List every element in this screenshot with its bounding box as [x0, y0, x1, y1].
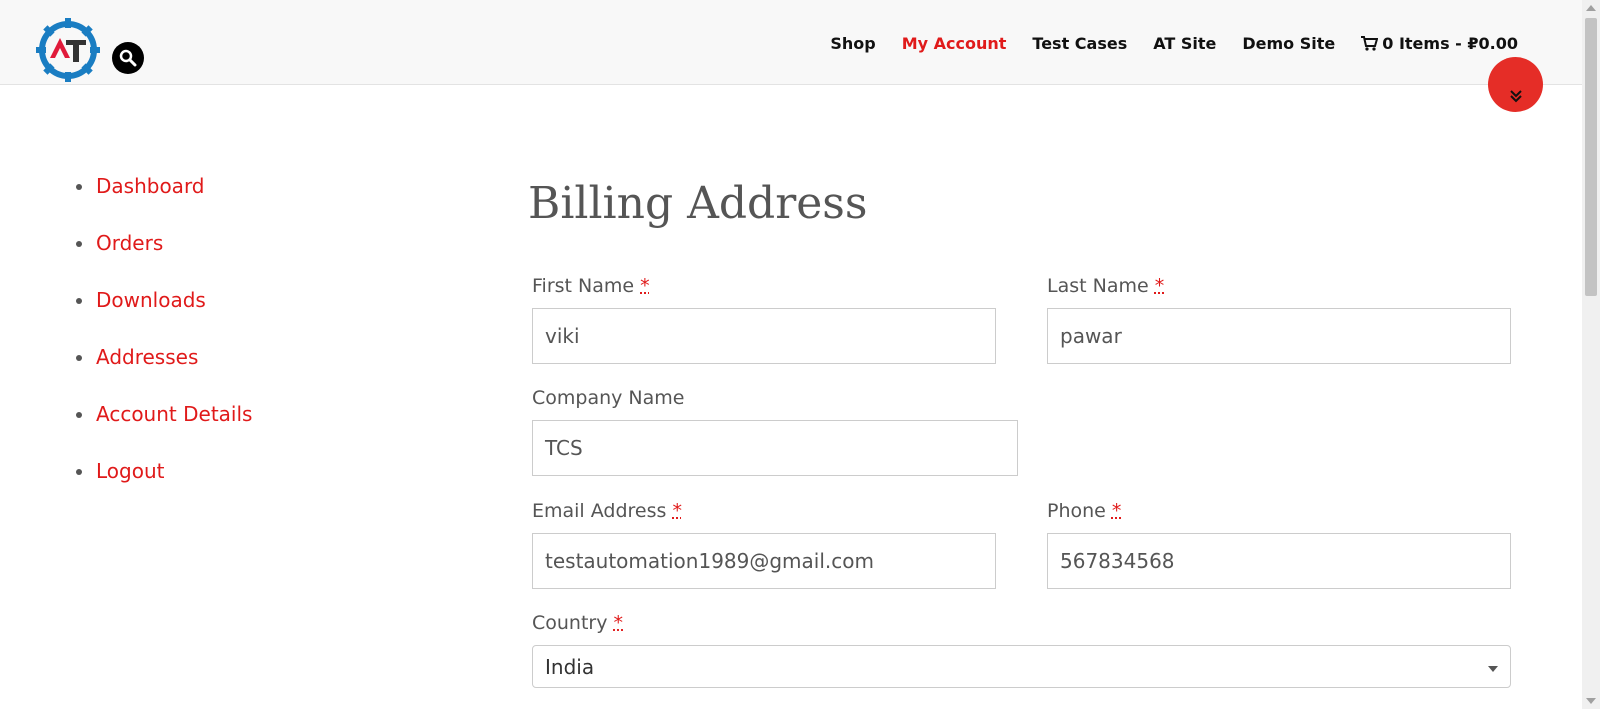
- country-select-value: India: [545, 654, 595, 679]
- cart-summary: 0 Items - ₽0.00: [1382, 34, 1518, 53]
- nav-shop[interactable]: Shop: [830, 34, 875, 53]
- scroll-down-arrow-icon[interactable]: [1586, 698, 1596, 704]
- search-button[interactable]: [112, 42, 144, 74]
- country-select[interactable]: India: [532, 645, 1511, 688]
- gear-logo-icon[interactable]: [36, 18, 100, 82]
- last-name-label: Last Name *: [1047, 275, 1165, 297]
- first-name-input[interactable]: viki: [532, 308, 996, 364]
- nav-demo-site[interactable]: Demo Site: [1242, 34, 1335, 53]
- sidebar-item-downloads[interactable]: Downloads: [76, 286, 252, 343]
- required-marker: *: [640, 275, 650, 297]
- nav-test-cases[interactable]: Test Cases: [1032, 34, 1127, 53]
- country-label: Country *: [532, 612, 624, 634]
- email-label: Email Address *: [532, 500, 682, 522]
- required-marker: *: [1154, 275, 1165, 297]
- scroll-up-arrow-icon[interactable]: [1586, 5, 1596, 11]
- email-field[interactable]: testautomation1989@gmail.com: [532, 533, 996, 589]
- cart-icon: [1361, 36, 1379, 51]
- chevron-down-icon: [1488, 666, 1498, 672]
- nav-at-site[interactable]: AT Site: [1153, 34, 1216, 53]
- sidebar-item-account-details[interactable]: Account Details: [76, 400, 252, 457]
- phone-input[interactable]: 567834568: [1047, 533, 1511, 589]
- double-chevron-down-icon: [1509, 90, 1522, 103]
- sidebar-item-dashboard[interactable]: Dashboard: [76, 172, 252, 229]
- first-name-label: First Name *: [532, 275, 650, 297]
- site-header: Shop My Account Test Cases AT Site Demo …: [0, 0, 1582, 85]
- main-nav: Shop My Account Test Cases AT Site Demo …: [830, 34, 1518, 53]
- nav-my-account[interactable]: My Account: [902, 34, 1007, 53]
- required-marker: *: [613, 612, 624, 634]
- scrollbar-thumb[interactable]: [1585, 18, 1597, 296]
- page-title: Billing Address: [528, 178, 868, 229]
- phone-label: Phone *: [1047, 500, 1122, 522]
- scroll-down-button[interactable]: [1488, 57, 1543, 112]
- sidebar-item-orders[interactable]: Orders: [76, 229, 252, 286]
- page-scrollbar[interactable]: [1582, 0, 1600, 709]
- company-name-input[interactable]: TCS: [532, 420, 1018, 476]
- sidebar-item-addresses[interactable]: Addresses: [76, 343, 252, 400]
- sidebar-item-logout[interactable]: Logout: [76, 457, 252, 514]
- search-icon: [119, 49, 137, 67]
- company-name-label: Company Name: [532, 387, 685, 409]
- required-marker: *: [1111, 500, 1122, 522]
- required-marker: *: [672, 500, 682, 522]
- cart-link[interactable]: 0 Items - ₽0.00: [1361, 34, 1518, 53]
- last-name-input[interactable]: pawar: [1047, 308, 1511, 364]
- account-navigation: Dashboard Orders Downloads Addresses Acc…: [76, 172, 252, 514]
